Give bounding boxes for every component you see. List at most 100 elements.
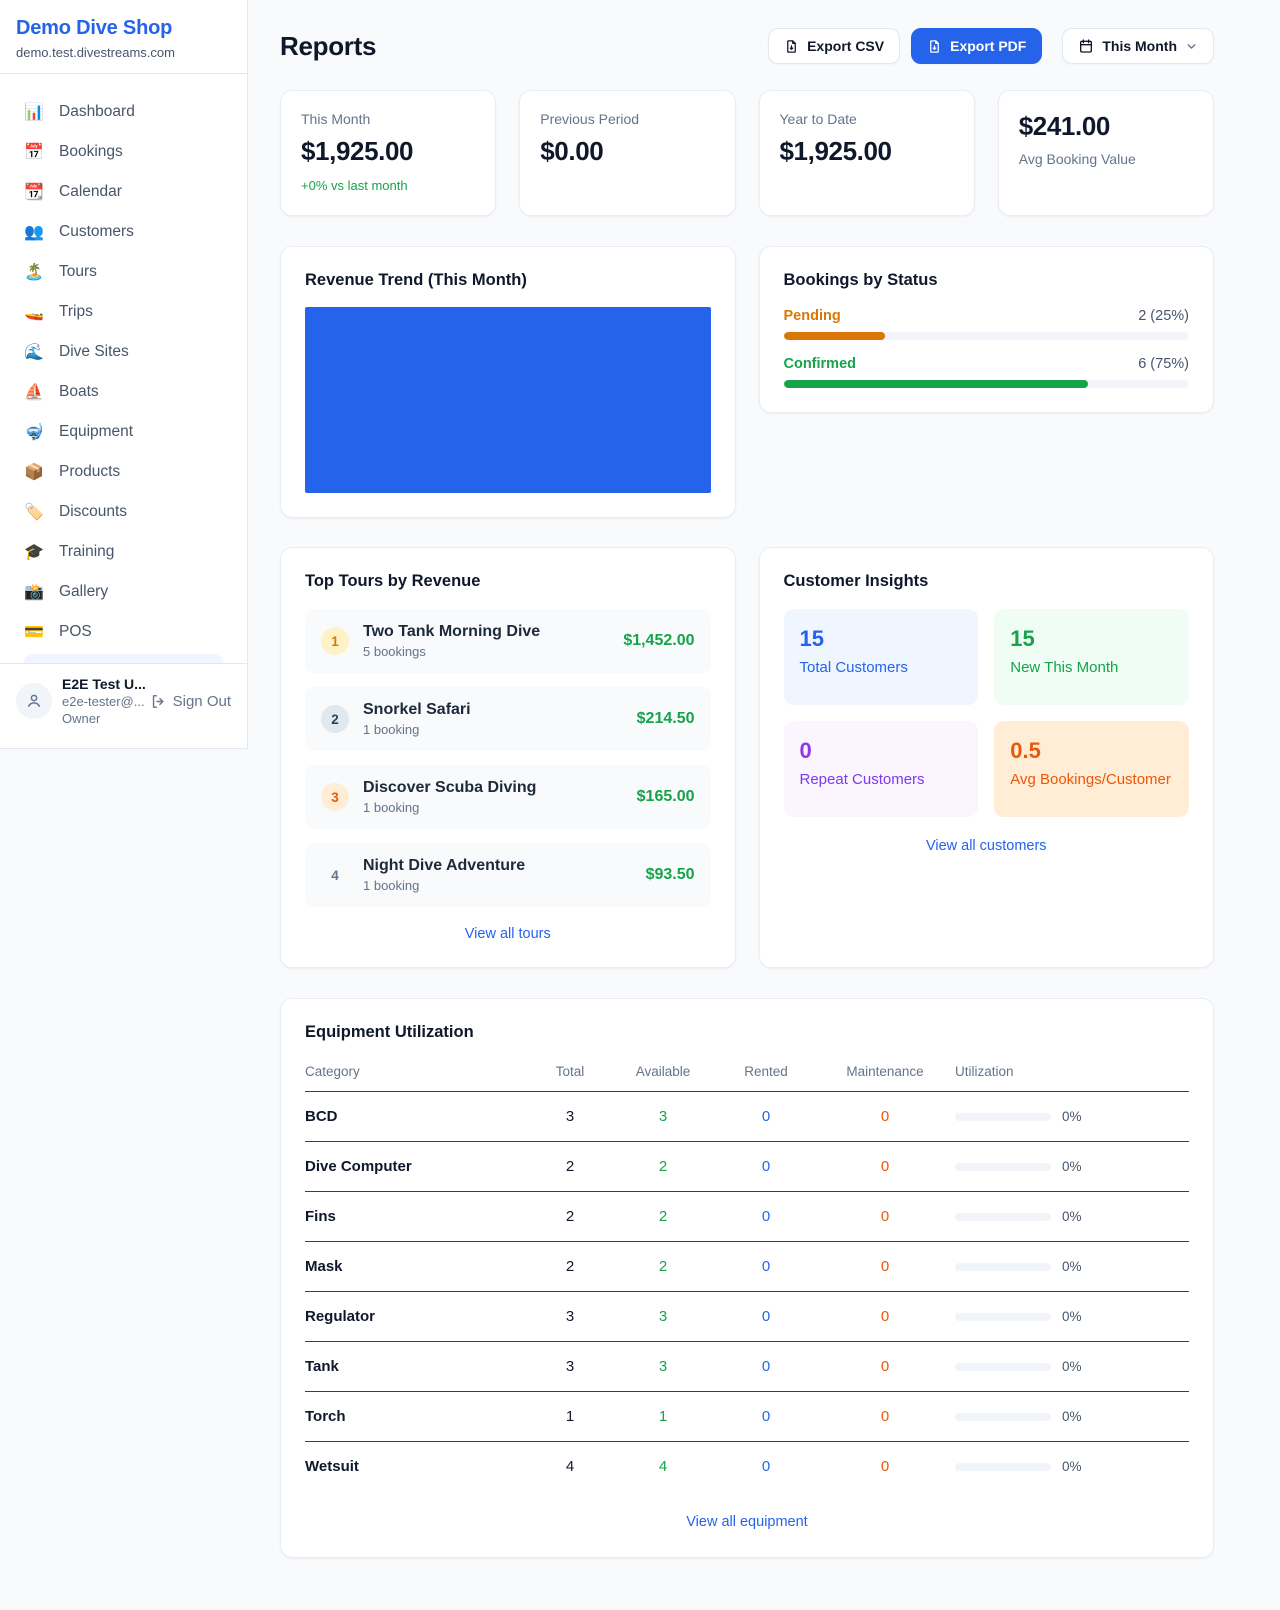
customer-insights-title: Customer Insights xyxy=(784,572,1190,591)
insight-label: Avg Bookings/Customer xyxy=(1010,771,1173,788)
utilization-percent: 0% xyxy=(1062,1259,1082,1274)
sidebar-item-equipment[interactable]: 🤿 Equipment xyxy=(12,412,235,452)
tour-bookings: 1 booking xyxy=(363,878,632,893)
export-pdf-button[interactable]: Export PDF xyxy=(911,28,1042,64)
insight-label: Repeat Customers xyxy=(800,771,963,788)
period-label: This Month xyxy=(1102,38,1177,54)
utilization-percent: 0% xyxy=(1062,1359,1082,1374)
cell-available: 2 xyxy=(609,1192,717,1242)
tour-bookings: 1 booking xyxy=(363,800,623,815)
rank-badge: 4 xyxy=(321,861,349,889)
rank-badge: 3 xyxy=(321,783,349,811)
page-title: Reports xyxy=(280,31,376,62)
stat-value: $1,925.00 xyxy=(780,136,954,167)
export-csv-label: Export CSV xyxy=(807,38,884,54)
table-row: Regulator 3 3 0 0 0% xyxy=(305,1292,1189,1342)
status-label: Confirmed xyxy=(784,356,857,372)
period-dropdown[interactable]: This Month xyxy=(1062,28,1214,64)
discounts-icon: 🏷️ xyxy=(24,502,44,522)
cell-rented: 0 xyxy=(717,1442,815,1492)
insight-tiles: 15 Total Customers 15 New This Month 0 R… xyxy=(784,609,1190,817)
sidebar-item-label: Gallery xyxy=(59,583,108,601)
table-row: BCD 3 3 0 0 0% xyxy=(305,1092,1189,1142)
sidebar-item-trips[interactable]: 🚤 Trips xyxy=(12,292,235,332)
insight-tile-total-customers: 15 Total Customers xyxy=(784,609,979,705)
cell-category: BCD xyxy=(305,1092,531,1142)
trips-icon: 🚤 xyxy=(24,302,44,322)
sidebar-item-gallery[interactable]: 📸 Gallery xyxy=(12,572,235,612)
sidebar-item-calendar[interactable]: 📆 Calendar xyxy=(12,172,235,212)
revenue-trend-title: Revenue Trend (This Month) xyxy=(305,271,711,290)
export-csv-button[interactable]: Export CSV xyxy=(768,28,900,64)
equipment-utilization-title: Equipment Utilization xyxy=(305,1023,1189,1042)
sidebar-item-products[interactable]: 📦 Products xyxy=(12,452,235,492)
sidebar-item-customers[interactable]: 👥 Customers xyxy=(12,212,235,252)
status-progress-fill xyxy=(784,332,885,340)
sidebar-item-pos[interactable]: 💳 POS xyxy=(12,612,235,652)
tour-row: 3 Discover Scuba Diving 1 booking $165.0… xyxy=(305,765,711,829)
file-download-icon xyxy=(927,39,942,54)
bookings-by-status-card: Bookings by Status Pending 2 (25%) Confi… xyxy=(759,246,1215,413)
stat-card-year-to-date: Year to Date $1,925.00 xyxy=(759,90,975,216)
col-category: Category xyxy=(305,1054,531,1092)
col-maintenance: Maintenance xyxy=(815,1054,955,1092)
sign-out-icon xyxy=(150,693,167,710)
brand-block: Demo Dive Shop demo.test.divestreams.com xyxy=(0,0,247,74)
stat-value: $241.00 xyxy=(1019,111,1193,142)
sidebar-item-dashboard[interactable]: 📊 Dashboard xyxy=(12,92,235,132)
sidebar-item-label: Bookings xyxy=(59,143,123,161)
insight-value: 15 xyxy=(1010,626,1173,652)
equipment-icon: 🤿 xyxy=(24,422,44,442)
stat-label: Year to Date xyxy=(780,111,954,127)
pos-icon: 💳 xyxy=(24,622,44,642)
status-row-confirmed: Confirmed 6 (75%) xyxy=(784,356,1190,388)
user-info: E2E Test U... e2e-tester@... Owner xyxy=(62,676,140,726)
cell-rented: 0 xyxy=(717,1092,815,1142)
tour-revenue: $93.50 xyxy=(646,866,695,884)
sidebar-item-training[interactable]: 🎓 Training xyxy=(12,532,235,572)
chevron-down-icon xyxy=(1185,40,1198,53)
cell-maintenance: 0 xyxy=(815,1242,955,1292)
view-all-customers-link[interactable]: View all customers xyxy=(926,838,1047,854)
insight-tile-avg-bookings: 0.5 Avg Bookings/Customer xyxy=(994,721,1189,817)
sidebar-nav: 📊 Dashboard 📅 Bookings 📆 Calendar 👥 Cust… xyxy=(0,74,247,663)
view-all-equipment-link[interactable]: View all equipment xyxy=(686,1514,807,1530)
tour-name: Discover Scuba Diving xyxy=(363,779,623,797)
sidebar-item-tours[interactable]: 🏝️ Tours xyxy=(12,252,235,292)
brand-domain: demo.test.divestreams.com xyxy=(16,45,231,60)
cell-total: 3 xyxy=(531,1342,609,1392)
cell-category: Fins xyxy=(305,1192,531,1242)
user-role: Owner xyxy=(62,711,140,726)
rank-badge: 2 xyxy=(321,705,349,733)
status-count: 2 (25%) xyxy=(1138,308,1189,324)
customer-insights-card: Customer Insights 15 Total Customers 15 … xyxy=(759,547,1215,968)
cell-total: 3 xyxy=(531,1292,609,1342)
tour-revenue: $165.00 xyxy=(637,788,695,806)
training-icon: 🎓 xyxy=(24,542,44,562)
sidebar-item-dive-sites[interactable]: 🌊 Dive Sites xyxy=(12,332,235,372)
utilization-bar xyxy=(955,1413,1051,1421)
view-all-tours-link[interactable]: View all tours xyxy=(465,926,551,942)
sidebar-user-footer: E2E Test U... e2e-tester@... Owner Sign … xyxy=(0,663,247,748)
cell-available: 3 xyxy=(609,1342,717,1392)
cell-total: 2 xyxy=(531,1192,609,1242)
equipment-header-row: Category Total Available Rented Maintena… xyxy=(305,1054,1189,1092)
tour-name: Snorkel Safari xyxy=(363,701,623,719)
sidebar-item-reports-active-partial[interactable] xyxy=(24,654,223,663)
sign-out-button[interactable]: Sign Out xyxy=(150,693,231,710)
export-pdf-label: Export PDF xyxy=(950,38,1026,54)
sidebar-item-bookings[interactable]: 📅 Bookings xyxy=(12,132,235,172)
sidebar: Demo Dive Shop demo.test.divestreams.com… xyxy=(0,0,248,749)
tour-bookings: 5 bookings xyxy=(363,644,609,659)
cell-total: 2 xyxy=(531,1142,609,1192)
tour-row: 2 Snorkel Safari 1 booking $214.50 xyxy=(305,687,711,751)
sidebar-item-label: Discounts xyxy=(59,503,127,521)
stat-delta: +0% vs last month xyxy=(301,178,475,193)
mid-row: Top Tours by Revenue 1 Two Tank Morning … xyxy=(280,547,1214,968)
rank-badge: 1 xyxy=(321,627,349,655)
products-icon: 📦 xyxy=(24,462,44,482)
sidebar-item-discounts[interactable]: 🏷️ Discounts xyxy=(12,492,235,532)
stat-label: This Month xyxy=(301,111,475,127)
status-count: 6 (75%) xyxy=(1138,356,1189,372)
sidebar-item-boats[interactable]: ⛵ Boats xyxy=(12,372,235,412)
